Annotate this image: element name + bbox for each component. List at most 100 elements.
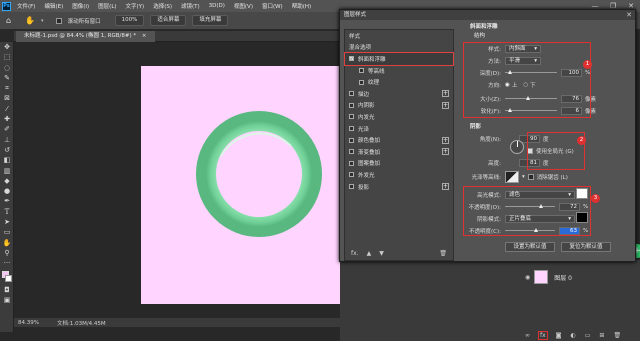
style-checkbox[interactable] [349, 172, 354, 178]
style-list-item[interactable]: 等高线 [345, 65, 453, 77]
home-icon[interactable]: ⌂ [6, 16, 11, 25]
style-checkbox[interactable] [349, 91, 354, 97]
close-dialog-icon[interactable]: ✕ [626, 10, 632, 20]
fx-icon[interactable]: fx [538, 330, 548, 340]
document-tab[interactable]: 未标题-1.psd @ 84.4% (椭圆 1, RGB/8#) * × [16, 31, 155, 42]
style-checkbox[interactable]: ✓ [349, 56, 354, 62]
style-list-item[interactable]: 外发光 [345, 169, 453, 181]
fx-icon[interactable]: fx. [351, 250, 359, 257]
stamp-tool-icon[interactable]: ⊥ [0, 135, 14, 145]
style-checkbox[interactable] [349, 184, 354, 190]
menu-filter[interactable]: 滤镜(T) [181, 2, 200, 10]
style-list-item[interactable]: 光泽 [345, 123, 453, 135]
move-up-icon[interactable]: ▲ [367, 250, 372, 257]
reset-default-button[interactable]: 复位为默认值 [561, 242, 611, 252]
gloss-contour-preview[interactable] [505, 170, 519, 183]
style-checkbox[interactable] [349, 137, 354, 143]
adjustment-icon[interactable]: ◐ [571, 332, 576, 339]
background-swatch[interactable] [5, 274, 12, 282]
menu-file[interactable]: 文件(F) [17, 2, 35, 10]
style-list-item[interactable]: 投影 + [345, 181, 453, 193]
style-list-item[interactable]: ✓ 斜面和浮雕 [344, 52, 454, 66]
trash-icon[interactable]: 🗑 [439, 250, 447, 257]
layer-name[interactable]: 图层 0 [554, 273, 572, 282]
style-checkbox[interactable] [349, 102, 354, 108]
eyedropper-tool-icon[interactable]: ⁄ [0, 104, 14, 114]
add-style-icon[interactable]: + [442, 101, 449, 109]
menu-select[interactable]: 选择(S) [153, 2, 172, 10]
style-list-item[interactable]: 内发光 [345, 111, 453, 123]
screen-mode-icon[interactable]: ▣ [0, 295, 14, 305]
tool-preset-dropdown-icon[interactable]: ▾ [41, 18, 44, 24]
move-tool-icon[interactable]: ✥ [0, 42, 14, 52]
close-tab-icon[interactable]: × [142, 33, 147, 39]
type-tool-icon[interactable]: T [0, 207, 14, 217]
add-style-icon[interactable]: + [442, 183, 449, 191]
style-checkbox[interactable] [349, 149, 354, 155]
pen-tool-icon[interactable]: ✒ [0, 196, 14, 206]
lasso-tool-icon[interactable]: ◌ [0, 63, 14, 73]
mask-icon[interactable]: ◙ [556, 332, 562, 339]
healing-brush-icon[interactable]: ✚ [0, 114, 14, 124]
style-checkbox[interactable] [349, 114, 354, 120]
add-style-icon[interactable]: + [442, 148, 449, 156]
menu-layer[interactable]: 图层(L) [98, 2, 116, 10]
fill-screen-button[interactable]: 填充屏幕 [192, 15, 229, 26]
visibility-eye-icon[interactable]: ◉ [525, 274, 530, 281]
layer-row[interactable]: ◉ 图层 0 [525, 268, 635, 286]
eraser-tool-icon[interactable]: ◧ [0, 155, 14, 165]
gradient-tool-icon[interactable]: ▥ [0, 166, 14, 176]
style-list-item[interactable]: 样式 [345, 30, 453, 42]
group-icon[interactable]: ▭ [585, 332, 591, 339]
zoom-level[interactable]: 84.39% [18, 320, 39, 326]
style-list-item[interactable]: 颜色叠加 + [345, 134, 453, 146]
style-list-item[interactable]: 纹理 [345, 76, 453, 88]
style-checkbox[interactable] [349, 126, 354, 132]
menu-image[interactable]: 图像(I) [72, 2, 89, 10]
link-layers-icon[interactable]: ∞ [525, 332, 530, 339]
zoom-tool-icon[interactable]: ⚲ [0, 248, 14, 258]
menu-3d[interactable]: 3D(D) [209, 3, 225, 9]
blur-tool-icon[interactable]: ◆ [0, 176, 14, 186]
menu-edit[interactable]: 编辑(E) [44, 2, 63, 10]
delete-layer-icon[interactable]: 🗑 [613, 332, 621, 339]
menu-view[interactable]: 视图(V) [234, 2, 253, 10]
angle-dial[interactable] [510, 140, 524, 154]
style-list-label: 混合选项 [349, 45, 372, 52]
add-style-icon[interactable]: + [442, 90, 449, 98]
more-tools-icon[interactable]: ··· [0, 258, 14, 268]
add-style-icon[interactable]: + [442, 136, 449, 144]
frame-tool-icon[interactable]: ⊠ [0, 93, 14, 103]
zoom-100-button[interactable]: 100% [114, 15, 145, 26]
menu-type[interactable]: 文字(Y) [126, 2, 145, 10]
style-list-item[interactable]: 渐变叠加 + [345, 146, 453, 158]
style-checkbox[interactable] [359, 79, 364, 85]
make-default-button[interactable]: 设置为默认值 [505, 242, 555, 252]
style-list-item[interactable]: 描边 + [345, 88, 453, 100]
style-list-item[interactable]: 混合选项 [345, 42, 453, 54]
chevron-down-icon[interactable]: ▾ [522, 174, 525, 180]
brush-tool-icon[interactable]: ✐ [0, 124, 14, 134]
antialias-checkbox[interactable] [527, 173, 534, 180]
path-select-tool-icon[interactable]: ➤ [0, 217, 14, 227]
style-checkbox[interactable] [349, 160, 354, 166]
menu-help[interactable]: 帮助(H) [292, 2, 311, 10]
style-checkbox[interactable] [359, 68, 364, 74]
fit-screen-button[interactable]: 适合屏幕 [150, 15, 187, 26]
quick-select-tool-icon[interactable]: ✎ [0, 73, 14, 83]
crop-tool-icon[interactable]: ⌗ [0, 83, 14, 93]
hand-tool-icon[interactable]: ✋ [25, 16, 35, 25]
style-list-item[interactable]: 图案叠加 [345, 158, 453, 170]
quick-mask-icon[interactable]: ◘ [0, 285, 14, 295]
move-down-icon[interactable]: ▼ [379, 250, 384, 257]
scroll-all-checkbox[interactable] [55, 17, 62, 24]
marquee-tool-icon[interactable]: ⬚ [0, 52, 14, 62]
menu-window[interactable]: 窗口(W) [262, 2, 283, 10]
history-brush-icon[interactable]: ↺ [0, 145, 14, 155]
foreground-background-colors[interactable] [0, 269, 13, 285]
style-list-item[interactable]: 内阴影 + [345, 100, 453, 112]
shape-tool-icon[interactable]: ▭ [0, 227, 14, 237]
dodge-tool-icon[interactable]: ● [0, 186, 14, 196]
new-layer-icon[interactable]: ⊞ [599, 332, 604, 339]
hand-tool-icon[interactable]: ✋ [0, 238, 14, 248]
